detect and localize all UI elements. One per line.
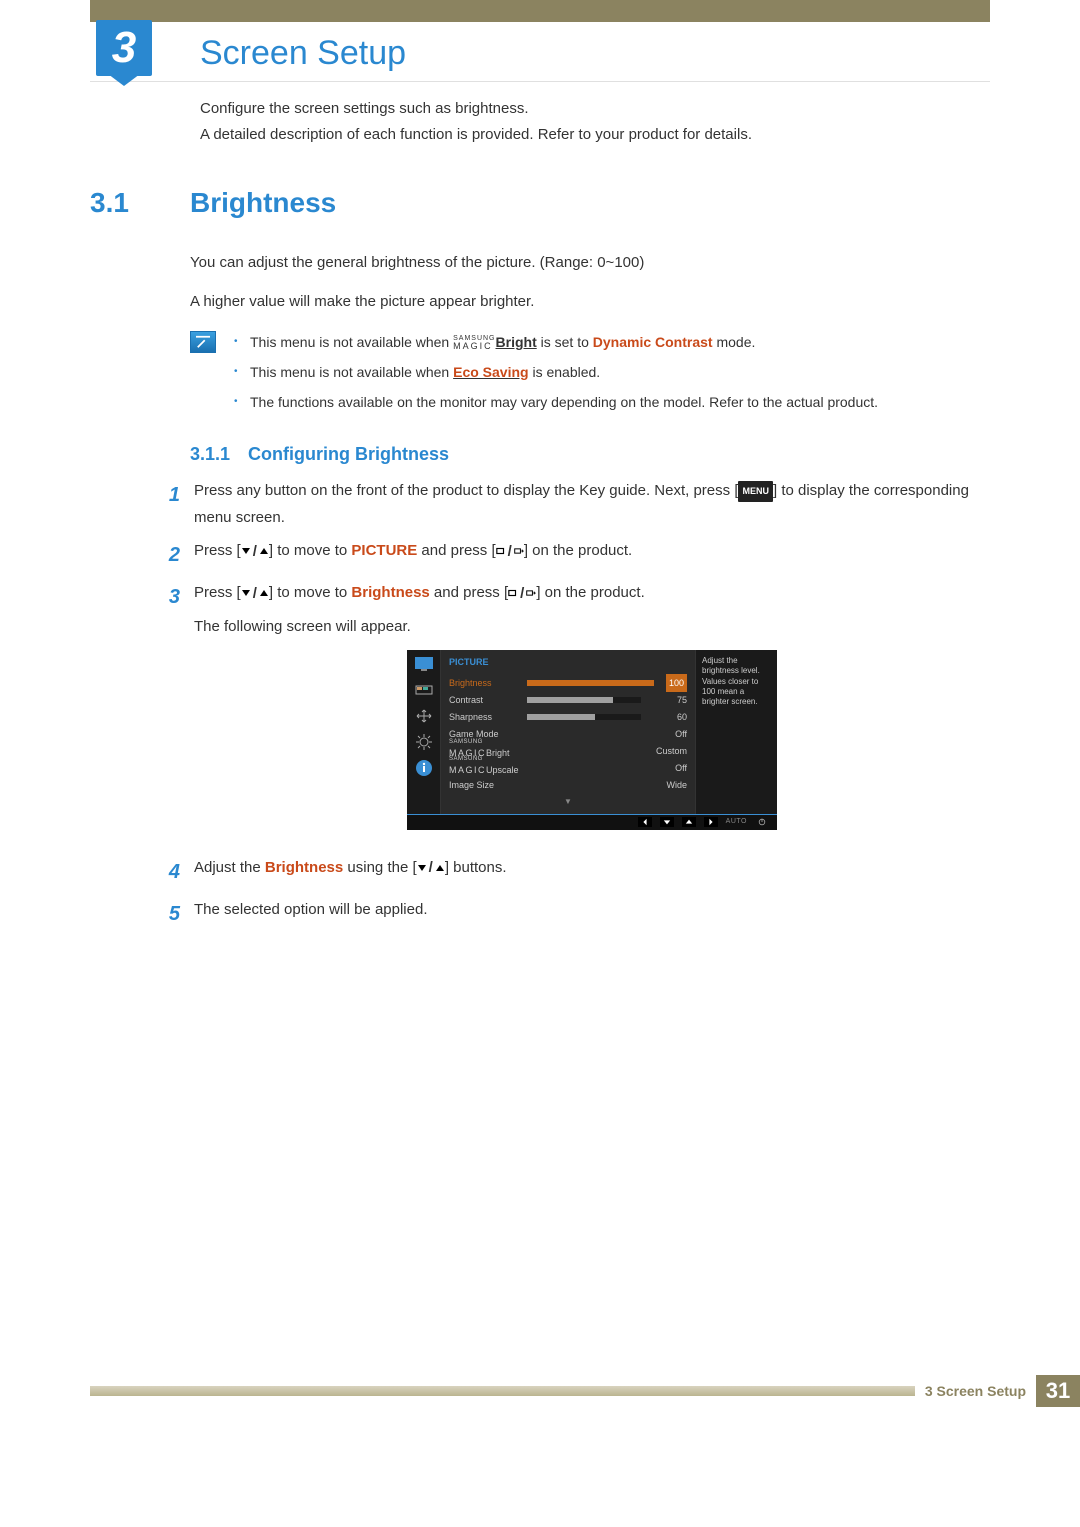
magic-bright-label: SAMSUNGMAGIC <box>453 336 495 350</box>
down-up-icon: / <box>417 854 445 881</box>
osd-row: Sharpness60 <box>449 708 687 725</box>
down-up-icon: / <box>241 538 269 565</box>
section-header: 3.1 Brightness <box>90 187 990 219</box>
left-icon <box>638 817 652 827</box>
footer-page-number: 31 <box>1036 1375 1080 1407</box>
step-5: 5 The selected option will be applied. <box>162 896 990 932</box>
intro-p1: Configure the screen settings such as br… <box>200 96 990 122</box>
step-number: 1 <box>162 477 180 531</box>
menu-button-icon: MENU <box>738 481 773 501</box>
footer-bar <box>90 1386 915 1396</box>
enter-return-icon: / <box>496 538 524 565</box>
step-number: 2 <box>162 537 180 573</box>
chevron-down-icon: ▼ <box>449 795 687 809</box>
info-icon <box>414 760 434 776</box>
note-block: This menu is not available when SAMSUNGM… <box>190 331 990 420</box>
step-number: 3 <box>162 579 180 847</box>
osd-row: SAMSUNGMAGICUpscaleOff <box>449 759 687 776</box>
osd-row: Brightness100 <box>449 674 687 691</box>
osd-menu: PICTURE Brightness100Contrast75Sharpness… <box>441 650 695 814</box>
step-2: 2 Press [/] to move to PICTURE and press… <box>162 537 990 573</box>
osd-tab-title: PICTURE <box>449 654 687 670</box>
section-title: Brightness <box>190 187 336 219</box>
chapter-intro: Configure the screen settings such as br… <box>200 96 990 147</box>
step-list: 1 Press any button on the front of the p… <box>162 477 990 931</box>
osd-row: Image SizeWide <box>449 776 687 793</box>
page: 3 Screen Setup Configure the screen sett… <box>0 0 1080 1427</box>
right-icon <box>704 817 718 827</box>
auto-label: AUTO <box>726 816 747 829</box>
step-number: 4 <box>162 854 180 890</box>
size-icon <box>414 708 434 724</box>
power-icon <box>755 817 769 827</box>
step-1: 1 Press any button on the front of the p… <box>162 477 990 531</box>
enter-return-icon: / <box>508 580 536 607</box>
page-footer: 3 Screen Setup 31 <box>90 1375 1080 1407</box>
chapter-header: 3 Screen Setup <box>90 0 990 82</box>
down-up-icon: / <box>241 580 269 607</box>
footer-section-label: 3 Screen Setup <box>915 1383 1036 1399</box>
section-p1: You can adjust the general brightness of… <box>190 249 990 276</box>
step-3-follow: The following screen will appear. <box>194 613 990 640</box>
osd-footer-nav: AUTO <box>407 814 777 830</box>
section-p2: A higher value will make the picture app… <box>190 288 990 315</box>
step-3: 3 Press [/] to move to Brightness and pr… <box>162 579 990 847</box>
step-4: 4 Adjust the Brightness using the [/] bu… <box>162 854 990 890</box>
down-icon <box>660 817 674 827</box>
note-list: This menu is not available when SAMSUNGM… <box>232 331 878 420</box>
intro-p2: A detailed description of each function … <box>200 122 990 148</box>
subsection-number: 3.1.1 <box>190 444 248 465</box>
subsection-header: 3.1.1 Configuring Brightness <box>190 444 990 465</box>
note-item-2: This menu is not available when Eco Savi… <box>232 361 878 385</box>
section-number: 3.1 <box>90 187 190 219</box>
osd-screenshot: PICTURE Brightness100Contrast75Sharpness… <box>407 650 777 830</box>
subsection-title: Configuring Brightness <box>248 444 449 465</box>
color-icon <box>414 682 434 698</box>
note-icon <box>190 331 216 353</box>
gear-icon <box>414 734 434 750</box>
osd-sidebar <box>407 650 441 814</box>
osd-help-text: Adjust the brightness level. Values clos… <box>695 650 777 814</box>
picture-icon <box>414 656 434 672</box>
chapter-number-badge: 3 <box>96 20 152 76</box>
up-icon <box>682 817 696 827</box>
chapter-title: Screen Setup <box>200 34 406 73</box>
step-number: 5 <box>162 896 180 932</box>
osd-row: Contrast75 <box>449 691 687 708</box>
note-item-3: The functions available on the monitor m… <box>232 391 878 415</box>
note-item-1: This menu is not available when SAMSUNGM… <box>232 331 878 355</box>
